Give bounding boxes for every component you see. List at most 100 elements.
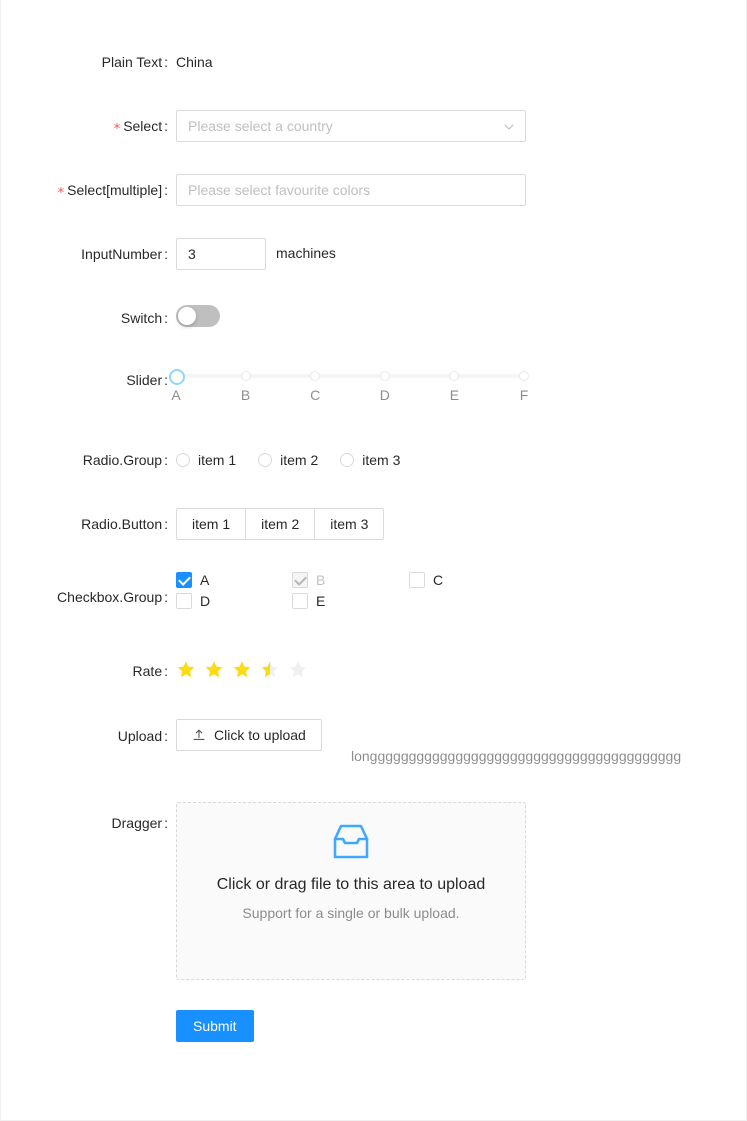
star-icon-empty[interactable] — [288, 660, 308, 680]
radio-item-2[interactable]: item 2 — [258, 450, 318, 470]
slider-dot[interactable] — [240, 371, 251, 381]
label-checkbox-group: Checkbox.Group: — [1, 587, 168, 607]
label-switch: Switch: — [1, 308, 168, 328]
upload-button-label: Click to upload — [214, 727, 306, 743]
label-colon: : — [164, 246, 168, 262]
label-text: Plain Text — [101, 54, 163, 70]
radio-button-1[interactable]: item 1 — [176, 508, 247, 540]
label-text: Radio.Button — [81, 516, 163, 532]
plain-text-value: China — [176, 54, 213, 70]
star-icon-full[interactable] — [232, 660, 252, 680]
check-icon — [178, 573, 191, 586]
slider-mark-d[interactable]: D — [380, 386, 390, 404]
radio-button-3[interactable]: item 3 — [315, 508, 385, 540]
checkbox-item-label: C — [433, 572, 444, 588]
slider-track[interactable] — [169, 369, 529, 385]
select-country[interactable]: Please select a country — [176, 110, 526, 142]
label-upload: Upload: — [1, 726, 168, 746]
label-text: Slider — [126, 372, 163, 388]
dragger-dropzone[interactable]: Click or drag file to this area to uploa… — [176, 802, 526, 980]
radio-item-1[interactable]: item 1 — [176, 450, 236, 470]
label-text: InputNumber — [81, 246, 163, 262]
input-number-wrap: 3 machines — [176, 238, 336, 270]
radio-button-group[interactable]: item 1 item 2 item 3 — [176, 508, 385, 540]
label-select: * Select: — [1, 116, 168, 136]
label-colon: : — [164, 815, 168, 831]
radio-item-label: item 2 — [280, 452, 319, 468]
plain-text-value-wrap: China — [176, 52, 213, 72]
checkbox-box[interactable] — [292, 593, 308, 609]
upload-button[interactable]: Click to upload — [176, 719, 322, 751]
star-icon-half[interactable] — [260, 660, 280, 680]
checkbox-box[interactable] — [176, 572, 192, 588]
label-text: Switch — [120, 310, 163, 326]
label-dragger: Dragger: — [1, 813, 168, 833]
label-text: Dragger — [111, 815, 163, 831]
required-asterisk: * — [57, 186, 65, 201]
select-colors[interactable]: Please select favourite colors — [176, 174, 526, 206]
checkbox-item-d[interactable]: D — [176, 591, 210, 611]
label-colon: : — [164, 372, 168, 388]
slider-mark-c[interactable]: C — [310, 386, 320, 404]
rate-wrap — [176, 659, 316, 681]
upload-icon — [192, 728, 206, 742]
radio-button-wrap: item 1 item 2 item 3 — [176, 508, 385, 540]
radio-group[interactable]: item 1 item 2 item 3 — [176, 450, 422, 470]
label-text: Select — [123, 118, 163, 134]
switch-toggle[interactable] — [176, 305, 220, 327]
select-colors-placeholder: Please select favourite colors — [188, 182, 371, 198]
checkbox-item-e[interactable]: E — [292, 591, 325, 611]
input-number-suffix: machines — [276, 245, 336, 261]
checkbox-box — [292, 572, 308, 588]
select-country-box[interactable]: Please select a country — [176, 110, 526, 142]
slider-handle[interactable] — [169, 369, 185, 385]
dragger-wrap: Click or drag file to this area to uploa… — [176, 802, 526, 980]
inbox-icon — [327, 817, 375, 865]
dragger-title: Click or drag file to this area to uploa… — [216, 876, 486, 893]
label-slider: Slider: — [1, 370, 168, 390]
input-number-field[interactable]: 3 — [176, 238, 266, 270]
label-colon: : — [164, 728, 168, 744]
rate-stars[interactable] — [176, 659, 316, 681]
checkbox-item-b: B — [292, 570, 325, 590]
submit-button[interactable]: Submit — [176, 1010, 254, 1042]
radio-group-wrap: item 1 item 2 item 3 — [176, 450, 422, 470]
select-country-placeholder: Please select a country — [188, 118, 333, 134]
star-icon-full[interactable] — [176, 660, 196, 680]
slider-mark-a[interactable]: A — [171, 386, 180, 404]
slider-dot[interactable] — [449, 371, 460, 381]
checkbox-item-label: D — [200, 593, 211, 609]
label-radio-group: Radio.Group: — [1, 450, 168, 470]
checkbox-box[interactable] — [409, 572, 425, 588]
label-colon: : — [164, 452, 168, 468]
star-icon-full[interactable] — [204, 660, 224, 680]
slider-mark-b[interactable]: B — [241, 386, 250, 404]
label-radio-button: Radio.Button: — [1, 514, 168, 534]
slider-dot[interactable] — [379, 371, 390, 381]
slider-mark-e[interactable]: E — [450, 386, 459, 404]
radio-button-2[interactable]: item 2 — [246, 508, 316, 540]
slider-wrap[interactable]: A B C D E F — [169, 369, 529, 403]
checkbox-item-label: A — [200, 572, 210, 588]
radio-circle-icon — [340, 453, 355, 467]
label-colon: : — [164, 182, 168, 198]
switch-knob — [178, 307, 196, 325]
checkbox-box[interactable] — [176, 593, 192, 609]
switch-wrap — [176, 305, 220, 327]
slider-mark-f[interactable]: F — [520, 386, 529, 404]
checkbox-group-wrap: A B C D E — [176, 570, 536, 612]
label-select-multiple: * Select[multiple]: — [1, 180, 168, 200]
input-number-value: 3 — [188, 246, 196, 262]
select-colors-box[interactable]: Please select favourite colors — [176, 174, 526, 206]
label-colon: : — [164, 54, 168, 70]
upload-wrap: Click to upload longgggggggggggggggggggg… — [176, 719, 681, 764]
checkbox-item-a[interactable]: A — [176, 570, 209, 590]
chevron-down-icon — [504, 122, 514, 132]
slider-rail — [176, 374, 524, 378]
slider-dot[interactable] — [310, 371, 321, 381]
upload-file-name[interactable]: longgggggggggggggggggggggggggggggggggggg… — [351, 745, 691, 767]
checkbox-item-c[interactable]: C — [409, 570, 443, 590]
label-plain-text: Plain Text: — [1, 52, 168, 72]
slider-dot[interactable] — [519, 371, 529, 381]
radio-item-3[interactable]: item 3 — [340, 450, 400, 470]
